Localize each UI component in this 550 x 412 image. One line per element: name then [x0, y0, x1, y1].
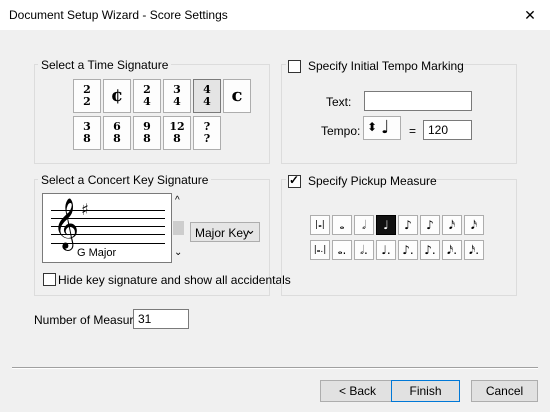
time-sig-12-8-button[interactable]: 12 8: [163, 116, 191, 150]
pickup-duration-button[interactable]: ♩: [376, 215, 396, 235]
pickup-duration-button[interactable]: 𝅘𝅥𝅯.: [442, 240, 462, 260]
title-bar: Document Setup Wizard - Score Settings ✕: [0, 0, 550, 30]
time-sig-3-8-button[interactable]: 38: [73, 116, 101, 150]
time-sig-other-button[interactable]: ??: [193, 116, 221, 150]
pickup-duration-button[interactable]: ♪.: [398, 240, 418, 260]
pickup-group: [281, 179, 517, 296]
back-button[interactable]: < Back: [320, 380, 395, 402]
time-sig-denominator: 2: [83, 95, 91, 108]
tempo-note-selector[interactable]: ⬍ ♩: [363, 116, 401, 140]
tempo-text-input[interactable]: [364, 91, 472, 111]
time-sig-denominator: 4: [203, 95, 211, 108]
key-name-label: G Major: [77, 247, 117, 259]
finish-button[interactable]: Finish: [391, 380, 460, 402]
scroll-up-icon[interactable]: ^: [175, 195, 180, 206]
key-signature-label: Select a Concert Key Signature: [38, 173, 212, 187]
measures-input[interactable]: [133, 309, 189, 329]
time-sig-denominator: 4: [143, 95, 151, 108]
time-sig-denominator: 4: [173, 95, 181, 108]
scroll-thumb[interactable]: [173, 221, 184, 235]
time-sig-denominator: 8: [113, 132, 121, 145]
key-scrollbar[interactable]: ^ ⌄: [172, 193, 185, 263]
window-title: Document Setup Wizard - Score Settings: [9, 8, 228, 22]
tempo-value-input[interactable]: [423, 120, 472, 140]
key-mode-value: Major Key: [195, 226, 250, 240]
chevron-down-icon: ⌄: [245, 222, 256, 237]
tempo-text-label: Text:: [326, 95, 352, 109]
quarter-note-icon: ♩: [381, 117, 390, 138]
treble-clef-icon: 𝄞: [53, 198, 80, 249]
pickup-duration-button[interactable]: 𝅝: [332, 215, 352, 235]
time-sig-symbol: c: [231, 85, 243, 106]
tempo-checkbox-label: Specify Initial Tempo Marking: [308, 59, 464, 73]
cancel-button[interactable]: Cancel: [471, 380, 538, 402]
hide-key-signature-checkbox[interactable]: [43, 273, 56, 286]
time-sig-denominator: 8: [143, 132, 151, 145]
hide-key-signature-label: Hide key signature and show all accident…: [58, 273, 291, 287]
tempo-header: Specify Initial Tempo Marking: [286, 58, 464, 74]
time-sig-denominator: 8: [83, 132, 91, 145]
sharp-icon: ♯: [81, 200, 89, 219]
time-sig-cut-time-button[interactable]: ¢: [103, 79, 131, 113]
time-sig-3-4-button[interactable]: 34: [163, 79, 191, 113]
close-icon[interactable]: ✕: [510, 0, 550, 30]
pickup-duration-button[interactable]: 𝅗𝅥.: [354, 240, 374, 260]
time-sig-2-4-button[interactable]: 24: [133, 79, 161, 113]
time-sig-denominator: 8: [173, 132, 181, 145]
pickup-duration-button[interactable]: ♩.: [376, 240, 396, 260]
time-signature-label: Select a Time Signature: [38, 58, 172, 72]
scroll-down-icon[interactable]: ⌄: [174, 247, 182, 258]
pickup-duration-button[interactable]: ♪.: [420, 240, 440, 260]
tempo-group: [281, 64, 517, 164]
tempo-label: Tempo:: [321, 124, 361, 138]
pickup-duration-button[interactable]: 𝅘𝅥𝅯: [464, 215, 484, 235]
key-signature-staff[interactable]: 𝄞 ♯ G Major: [42, 193, 172, 263]
up-down-arrow-icon: ⬍: [367, 120, 378, 134]
pickup-duration-button[interactable]: 𝅝.: [332, 240, 352, 260]
time-sig-denominator: ?: [203, 132, 211, 145]
pickup-duration-button[interactable]: |𝅝|: [310, 215, 330, 235]
time-sig-symbol: ¢: [110, 85, 124, 106]
pickup-duration-button[interactable]: ♪: [420, 215, 440, 235]
footer-divider: [12, 367, 538, 369]
pickup-duration-button[interactable]: 𝅗𝅥: [354, 215, 374, 235]
time-sig-common-time-button[interactable]: c: [223, 79, 251, 113]
tempo-checkbox[interactable]: [288, 60, 301, 73]
pickup-duration-button[interactable]: 𝅘𝅥𝅯: [442, 215, 462, 235]
pickup-checkbox-label: Specify Pickup Measure: [308, 174, 437, 188]
time-sig-2-2-button[interactable]: 22: [73, 79, 101, 113]
pickup-checkbox[interactable]: [288, 173, 301, 188]
pickup-header: Specify Pickup Measure: [286, 173, 437, 189]
time-sig-4-4-button[interactable]: 44: [193, 79, 221, 113]
tempo-equals: =: [409, 124, 417, 138]
time-sig-6-8-button[interactable]: 68: [103, 116, 131, 150]
key-mode-select[interactable]: Major Key ⌄: [190, 222, 260, 242]
time-sig-9-8-button[interactable]: 98: [133, 116, 161, 150]
pickup-duration-button[interactable]: |𝅝.|: [310, 240, 330, 260]
pickup-duration-button[interactable]: 𝅘𝅥𝅯.: [464, 240, 484, 260]
pickup-duration-button[interactable]: ♪: [398, 215, 418, 235]
